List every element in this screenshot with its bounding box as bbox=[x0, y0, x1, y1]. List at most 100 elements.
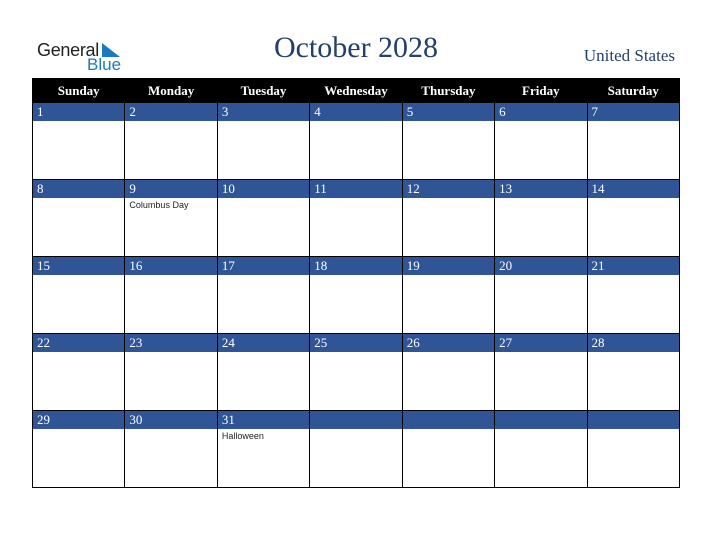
day-number: 31 bbox=[217, 411, 310, 429]
day-number: 13 bbox=[495, 180, 587, 198]
holiday-label bbox=[125, 121, 216, 123]
day-cell[interactable]: 24 bbox=[216, 333, 311, 411]
holiday-label bbox=[125, 352, 216, 354]
day-number bbox=[402, 411, 495, 429]
day-cell[interactable]: 8 bbox=[31, 179, 126, 257]
week-row: 15 16 17 18 19 20 21 bbox=[31, 256, 681, 334]
day-cell[interactable]: 10 bbox=[216, 179, 311, 257]
day-number: 22 bbox=[33, 334, 125, 352]
day-number bbox=[495, 411, 587, 429]
week-row: 22 23 24 25 26 27 28 bbox=[31, 333, 681, 411]
day-cell[interactable]: 14 bbox=[586, 179, 681, 257]
day-cell[interactable]: 28 bbox=[586, 333, 681, 411]
holiday-label bbox=[403, 121, 494, 123]
day-cell[interactable]: 30 bbox=[124, 410, 218, 488]
day-number: 9 bbox=[125, 180, 217, 198]
day-number: 24 bbox=[217, 334, 310, 352]
holiday-label: Halloween bbox=[221, 431, 264, 441]
holiday-label bbox=[33, 121, 124, 123]
day-cell[interactable]: 26 bbox=[401, 333, 496, 411]
day-number: 7 bbox=[587, 103, 679, 121]
holiday-label bbox=[588, 198, 679, 200]
day-number: 16 bbox=[125, 257, 217, 275]
weekday-header: Thursday bbox=[401, 78, 496, 103]
day-cell[interactable]: 25 bbox=[309, 333, 403, 411]
day-cell[interactable]: 19 bbox=[401, 256, 496, 334]
day-cell[interactable]: 5 bbox=[401, 102, 496, 180]
week-row: 8 9 Columbus Day 10 11 12 13 14 bbox=[31, 179, 681, 257]
day-cell[interactable]: 4 bbox=[309, 102, 403, 180]
week-row: 29 30 31 Halloween bbox=[31, 410, 681, 488]
day-number: 2 bbox=[125, 103, 217, 121]
week-row: 1234567 bbox=[31, 102, 681, 180]
holiday-label bbox=[218, 121, 309, 123]
holiday-label bbox=[310, 352, 401, 354]
holiday-label bbox=[33, 352, 124, 354]
day-number: 19 bbox=[402, 257, 495, 275]
day-cell[interactable] bbox=[401, 410, 496, 488]
day-cell[interactable]: 15 bbox=[31, 256, 126, 334]
holiday-label bbox=[588, 121, 679, 123]
holiday-label bbox=[33, 198, 124, 200]
day-cell[interactable]: 17 bbox=[216, 256, 311, 334]
day-cell[interactable]: 29 bbox=[31, 410, 126, 488]
holiday-label bbox=[403, 198, 494, 200]
day-cell[interactable]: 7 bbox=[586, 102, 681, 180]
holiday-label bbox=[125, 275, 216, 277]
calendar-grid: Sunday Monday Tuesday Wednesday Thursday… bbox=[31, 78, 681, 488]
day-cell[interactable]: 23 bbox=[124, 333, 218, 411]
day-cell[interactable]: 2 bbox=[124, 102, 218, 180]
holiday-label bbox=[588, 275, 679, 277]
day-cell[interactable]: 22 bbox=[31, 333, 126, 411]
country-label: United States bbox=[583, 46, 675, 65]
day-number: 11 bbox=[310, 180, 402, 198]
day-number: 6 bbox=[495, 103, 587, 121]
day-number: 12 bbox=[402, 180, 495, 198]
holiday-label bbox=[218, 275, 309, 277]
day-number: 10 bbox=[217, 180, 310, 198]
day-number: 28 bbox=[587, 334, 679, 352]
day-number: 20 bbox=[495, 257, 587, 275]
day-cell[interactable]: 18 bbox=[309, 256, 403, 334]
day-number: 29 bbox=[33, 411, 125, 429]
day-number: 18 bbox=[310, 257, 402, 275]
weekday-header: Friday bbox=[494, 78, 588, 103]
day-cell[interactable]: 20 bbox=[494, 256, 588, 334]
holiday-label bbox=[33, 275, 124, 277]
day-number: 5 bbox=[402, 103, 495, 121]
day-number: 17 bbox=[217, 257, 310, 275]
day-cell[interactable]: 3 bbox=[216, 102, 311, 180]
day-number: 8 bbox=[33, 180, 125, 198]
holiday-label bbox=[218, 352, 309, 354]
day-number: 3 bbox=[217, 103, 310, 121]
day-cell[interactable]: 31 Halloween bbox=[216, 410, 311, 488]
holiday-label: Columbus Day bbox=[129, 200, 189, 210]
weekday-header: Sunday bbox=[31, 78, 126, 103]
day-number: 15 bbox=[33, 257, 125, 275]
day-cell[interactable]: 27 bbox=[494, 333, 588, 411]
day-cell[interactable]: 1 bbox=[31, 102, 126, 180]
holiday-label bbox=[495, 275, 586, 277]
holiday-label bbox=[403, 275, 494, 277]
holiday-label bbox=[588, 352, 679, 354]
day-cell[interactable]: 11 bbox=[309, 179, 403, 257]
weekday-header-row: Sunday Monday Tuesday Wednesday Thursday… bbox=[31, 78, 681, 103]
holiday-label bbox=[310, 429, 401, 431]
holiday-label bbox=[495, 429, 586, 431]
day-cell[interactable] bbox=[309, 410, 403, 488]
holiday-label bbox=[495, 198, 586, 200]
day-cell[interactable]: 21 bbox=[586, 256, 681, 334]
holiday-label bbox=[125, 429, 216, 431]
day-number: 23 bbox=[125, 334, 217, 352]
day-cell[interactable]: 9 Columbus Day bbox=[124, 179, 218, 257]
day-cell[interactable] bbox=[494, 410, 588, 488]
day-cell[interactable]: 6 bbox=[494, 102, 588, 180]
day-cell[interactable] bbox=[586, 410, 681, 488]
day-cell[interactable]: 12 bbox=[401, 179, 496, 257]
day-number: 4 bbox=[310, 103, 402, 121]
holiday-label bbox=[588, 429, 679, 431]
day-number: 14 bbox=[587, 180, 679, 198]
day-cell[interactable]: 16 bbox=[124, 256, 218, 334]
day-number: 25 bbox=[310, 334, 402, 352]
day-cell[interactable]: 13 bbox=[494, 179, 588, 257]
